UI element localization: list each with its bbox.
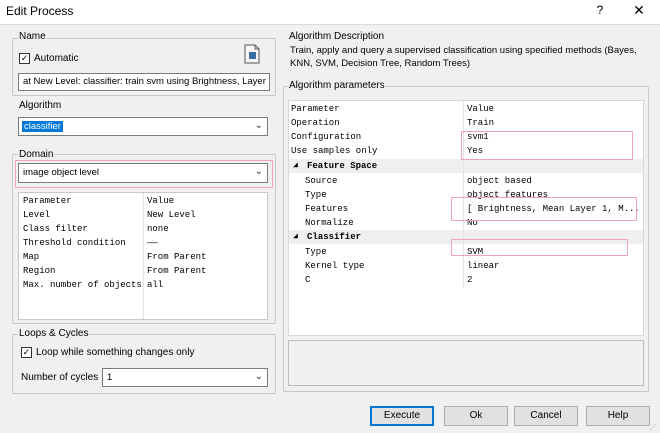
- classifier-type-highlight: [451, 239, 628, 256]
- ok-button[interactable]: Ok: [444, 406, 508, 426]
- parameter-info-panel: [288, 340, 644, 386]
- cancel-button[interactable]: Cancel: [514, 406, 578, 426]
- name-group-label: Name: [18, 31, 47, 42]
- domain-group-label: Domain: [18, 149, 55, 160]
- loops-group-label: Loops & Cycles: [18, 328, 90, 339]
- chevron-down-icon: ⌄: [254, 371, 263, 382]
- table-row[interactable]: Kernel type linear: [289, 259, 643, 273]
- table-row[interactable]: C 2: [289, 273, 643, 287]
- document-icon[interactable]: [243, 44, 261, 64]
- description-text: Train, apply and query a supervised clas…: [290, 45, 637, 69]
- cycles-value: 1: [107, 372, 113, 383]
- config-highlight: [461, 131, 633, 160]
- feature-space-category[interactable]: ◢ Feature Space: [289, 159, 643, 173]
- automatic-checkbox[interactable]: ✓: [19, 53, 30, 64]
- title-bar: [0, 0, 660, 24]
- help-icon[interactable]: ?: [592, 3, 608, 19]
- features-highlight: [451, 197, 637, 221]
- cycles-select[interactable]: 1 ⌄: [102, 368, 268, 387]
- automatic-label: Automatic: [34, 53, 79, 64]
- chevron-down-icon: ⌄: [254, 120, 263, 131]
- table-row[interactable]: Source object based: [289, 174, 643, 188]
- domain-highlight: [15, 160, 273, 188]
- description-label: Algorithm Description: [288, 31, 386, 42]
- execute-button[interactable]: Execute: [370, 406, 434, 426]
- help-button[interactable]: Help: [586, 406, 650, 426]
- window-title: Edit Process: [6, 4, 74, 18]
- params-group-label: Algorithm parameters: [288, 80, 386, 91]
- close-icon[interactable]: ✕: [630, 2, 648, 20]
- table-row[interactable]: Operation Train: [289, 116, 643, 130]
- column-divider: [143, 193, 144, 319]
- collapse-triangle-icon[interactable]: ◢: [293, 159, 298, 173]
- grid-header: Parameter Value: [291, 104, 495, 114]
- name-field[interactable]: at New Level: classifier: train svm usin…: [18, 73, 270, 91]
- column-divider: [463, 101, 464, 287]
- cycles-label: Number of cycles: [21, 372, 99, 383]
- algorithm-value: classifier: [22, 121, 63, 132]
- algorithm-group-label: Algorithm: [18, 100, 63, 111]
- resize-grip-icon[interactable]: ⋰: [650, 423, 658, 431]
- collapse-triangle-icon[interactable]: ◢: [293, 230, 298, 244]
- domain-params-grid[interactable]: Parameter Value Level New Level Class fi…: [18, 192, 268, 320]
- loop-checkbox[interactable]: ✓: [21, 347, 32, 358]
- algorithm-select[interactable]: classifier ⌄: [18, 117, 268, 136]
- title-separator: [0, 24, 660, 25]
- loop-label: Loop while something changes only: [36, 347, 195, 358]
